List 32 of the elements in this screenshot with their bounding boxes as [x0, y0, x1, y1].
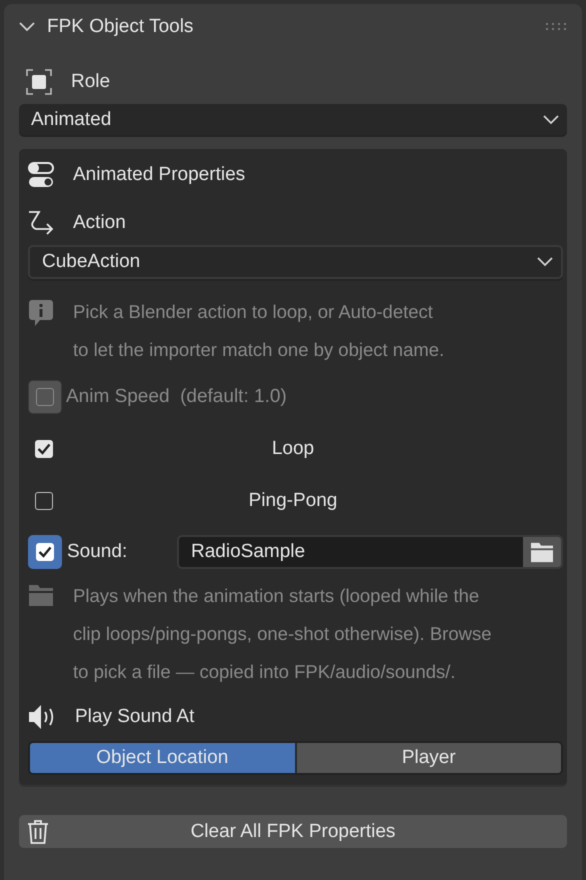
sound-label: Sound: — [67, 541, 128, 563]
curved-arrow-icon — [28, 210, 54, 236]
segment-option[interactable]: Player — [294, 743, 561, 773]
dropdown[interactable]: CubeAction — [28, 245, 563, 279]
chevron-down-icon[interactable] — [19, 22, 35, 32]
folder-icon — [28, 583, 54, 607]
clear-button[interactable]: Clear All FPK Properties — [19, 815, 567, 848]
segment-option[interactable]: Object Location — [30, 743, 294, 773]
info-icon — [28, 299, 54, 327]
speaker-icon — [28, 704, 56, 730]
hint-text: Plays when the animation starts (looped while the clip loops/ping-pongs, one-shot otherwise). Browse to pick a file — copied into FPK/audio/sounds/. — [73, 584, 492, 684]
browse-folder-button[interactable] — [523, 537, 561, 567]
section-title: Animated Properties — [73, 164, 246, 186]
panel-title[interactable]: FPK Object Tools — [47, 16, 533, 38]
file-field[interactable]: RadioSample — [177, 535, 563, 569]
option-label: Loop — [272, 438, 314, 459]
dropdown-caret-icon — [537, 257, 553, 267]
checkbox[interactable] — [35, 492, 53, 510]
toggles-icon — [28, 162, 54, 188]
option-label: Ping-Pong — [248, 490, 338, 511]
role-label: Role — [71, 71, 110, 93]
trash-icon — [27, 820, 49, 844]
action-label: Action — [73, 212, 126, 234]
object-frame-icon — [26, 69, 52, 95]
dropdown[interactable]: Animated — [19, 104, 567, 135]
drag-handle-icon[interactable] — [545, 22, 567, 32]
checkbox[interactable] — [35, 440, 53, 458]
hint-text: Pick a Blender action to loop, or Auto-detect to let the importer match one by object name. — [73, 300, 444, 362]
dropdown-caret-icon — [543, 114, 559, 124]
option-label: Anim Speed (default: 1.0) — [66, 386, 287, 408]
play-sound-label: Play Sound At — [75, 706, 194, 728]
checkbox[interactable] — [36, 543, 54, 561]
